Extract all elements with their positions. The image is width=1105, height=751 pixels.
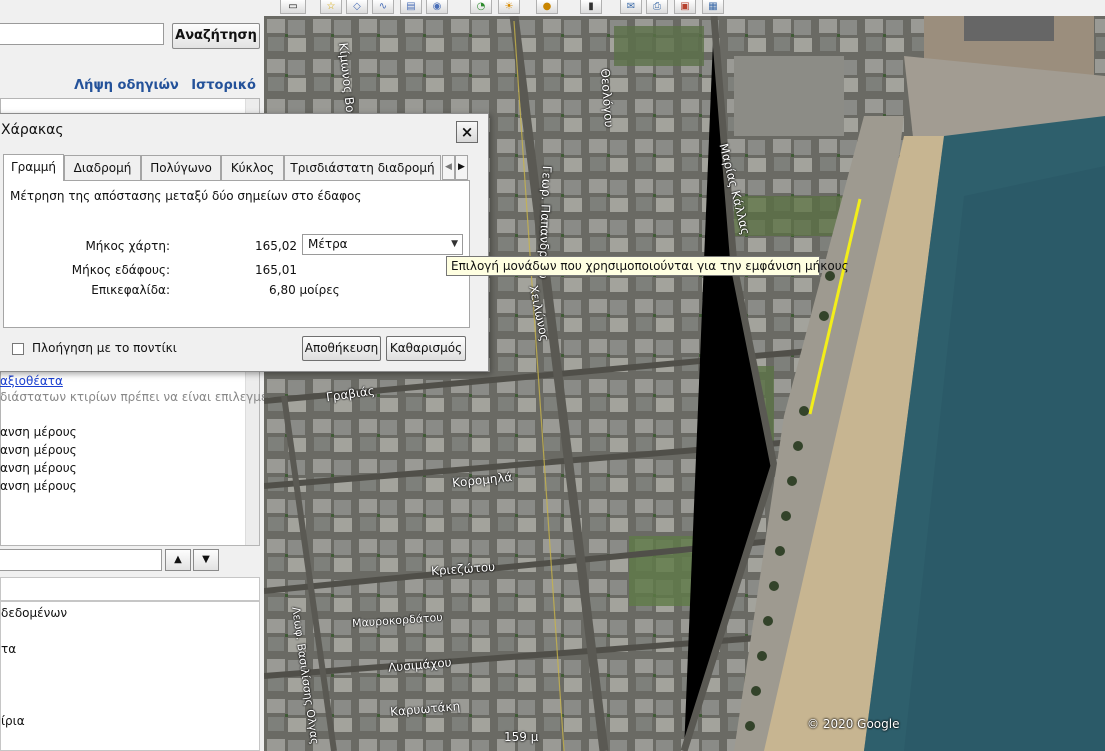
tab-line[interactable]: Γραμμή	[3, 154, 64, 181]
tab-3d-path[interactable]: Τρισδιάστατη διαδρομή	[284, 155, 441, 180]
layers-header[interactable]	[0, 577, 260, 601]
mouse-navigation-checkbox[interactable]	[12, 343, 24, 355]
toolbar: ▭ ☆ ◇ ∿ ▤ ◉ ◔ ☀ ● ▮ ✉ ⎙ ▣ ▦	[264, 0, 1105, 16]
line-tab-panel: Μέτρηση της απόστασης μεταξύ δύο σημείων…	[3, 180, 470, 328]
unit-select[interactable]: Μέτρα ▼	[302, 234, 463, 255]
move-up-button[interactable]: ▲	[165, 549, 191, 571]
unit-select-value: Μέτρα	[308, 237, 348, 251]
list-item[interactable]: ανση μέρους	[0, 425, 77, 439]
move-down-button[interactable]: ▼	[193, 549, 219, 571]
heading-label: Επικεφαλίδα:	[91, 283, 170, 297]
layer-item[interactable]: τα	[1, 642, 16, 656]
ruler-description: Μέτρηση της απόστασης μεταξύ δύο σημείων…	[10, 189, 362, 203]
list-item[interactable]: ανση μέρους	[0, 461, 77, 475]
tab-polygon[interactable]: Πολύγωνο	[141, 155, 221, 180]
sidebar-toggle-icon[interactable]: ▭	[280, 0, 306, 14]
places-note: διάστατων κτιρίων πρέπει να είναι επιλεγ…	[0, 390, 264, 404]
save-button[interactable]: Αποθήκευση	[302, 336, 381, 361]
places-nav-input[interactable]	[0, 549, 162, 571]
path-icon[interactable]: ∿	[372, 0, 394, 14]
scale-text: 159 μ	[504, 730, 539, 744]
ground-length-value: 165,01	[255, 263, 297, 277]
mouse-navigation-label: Πλοήγηση με το ποντίκι	[32, 341, 177, 355]
list-item[interactable]: ανση μέρους	[0, 443, 77, 457]
print-icon[interactable]: ⎙	[646, 0, 668, 14]
ruler-dialog: Χάρακας × Γραμμή Διαδρομή Πολύγωνο Κύκλο…	[0, 113, 489, 372]
top-links: Λήψη οδηγιών Ιστορικό	[66, 78, 256, 93]
placemark-icon[interactable]: ☆	[320, 0, 342, 14]
copyright-text: © 2020 Google	[807, 717, 900, 731]
tour-icon[interactable]: ◉	[426, 0, 448, 14]
email-icon[interactable]: ✉	[620, 0, 642, 14]
dialog-title: Χάρακας	[1, 122, 64, 138]
layers-panel: δεδομένων τα ίρια	[0, 601, 260, 751]
historical-imagery-icon[interactable]: ◔	[470, 0, 492, 14]
map-length-label: Μήκος χάρτη:	[85, 239, 170, 253]
planets-icon[interactable]: ●	[536, 0, 558, 14]
tab-scroll-right-icon[interactable]: ▶	[455, 155, 468, 180]
places-link[interactable]: αξιοθέατα	[0, 374, 63, 388]
search-input[interactable]	[0, 23, 164, 45]
overlay-icon[interactable]: ▤	[400, 0, 422, 14]
heading-value: 6,80 μοίρες	[269, 283, 340, 297]
tab-circle[interactable]: Κύκλος	[221, 155, 284, 180]
polygon-icon[interactable]: ◇	[346, 0, 368, 14]
list-item[interactable]: ανση μέρους	[0, 479, 77, 493]
history-link[interactable]: Ιστορικό	[191, 78, 256, 93]
tab-path[interactable]: Διαδρομή	[64, 155, 141, 180]
save-image-icon[interactable]: ▣	[674, 0, 696, 14]
close-icon[interactable]: ×	[456, 121, 478, 143]
unit-tooltip: Επιλογή μονάδων που χρησιμοποιούνται για…	[446, 256, 849, 276]
maps-icon[interactable]: ▦	[702, 0, 724, 14]
chevron-down-icon: ▼	[451, 239, 458, 249]
tab-scroll-left-icon[interactable]: ◀	[442, 155, 455, 180]
ground-length-label: Μήκος εδάφους:	[71, 263, 170, 277]
sunlight-icon[interactable]: ☀	[498, 0, 520, 14]
layer-item[interactable]: δεδομένων	[1, 606, 67, 620]
map-length-value: 165,02	[255, 239, 297, 253]
directions-link[interactable]: Λήψη οδηγιών	[74, 78, 179, 93]
clear-button[interactable]: Καθαρισμός	[386, 336, 466, 361]
ruler-icon[interactable]: ▮	[580, 0, 602, 14]
search-button[interactable]: Αναζήτηση	[172, 23, 260, 49]
layer-item[interactable]: ίρια	[1, 714, 25, 728]
